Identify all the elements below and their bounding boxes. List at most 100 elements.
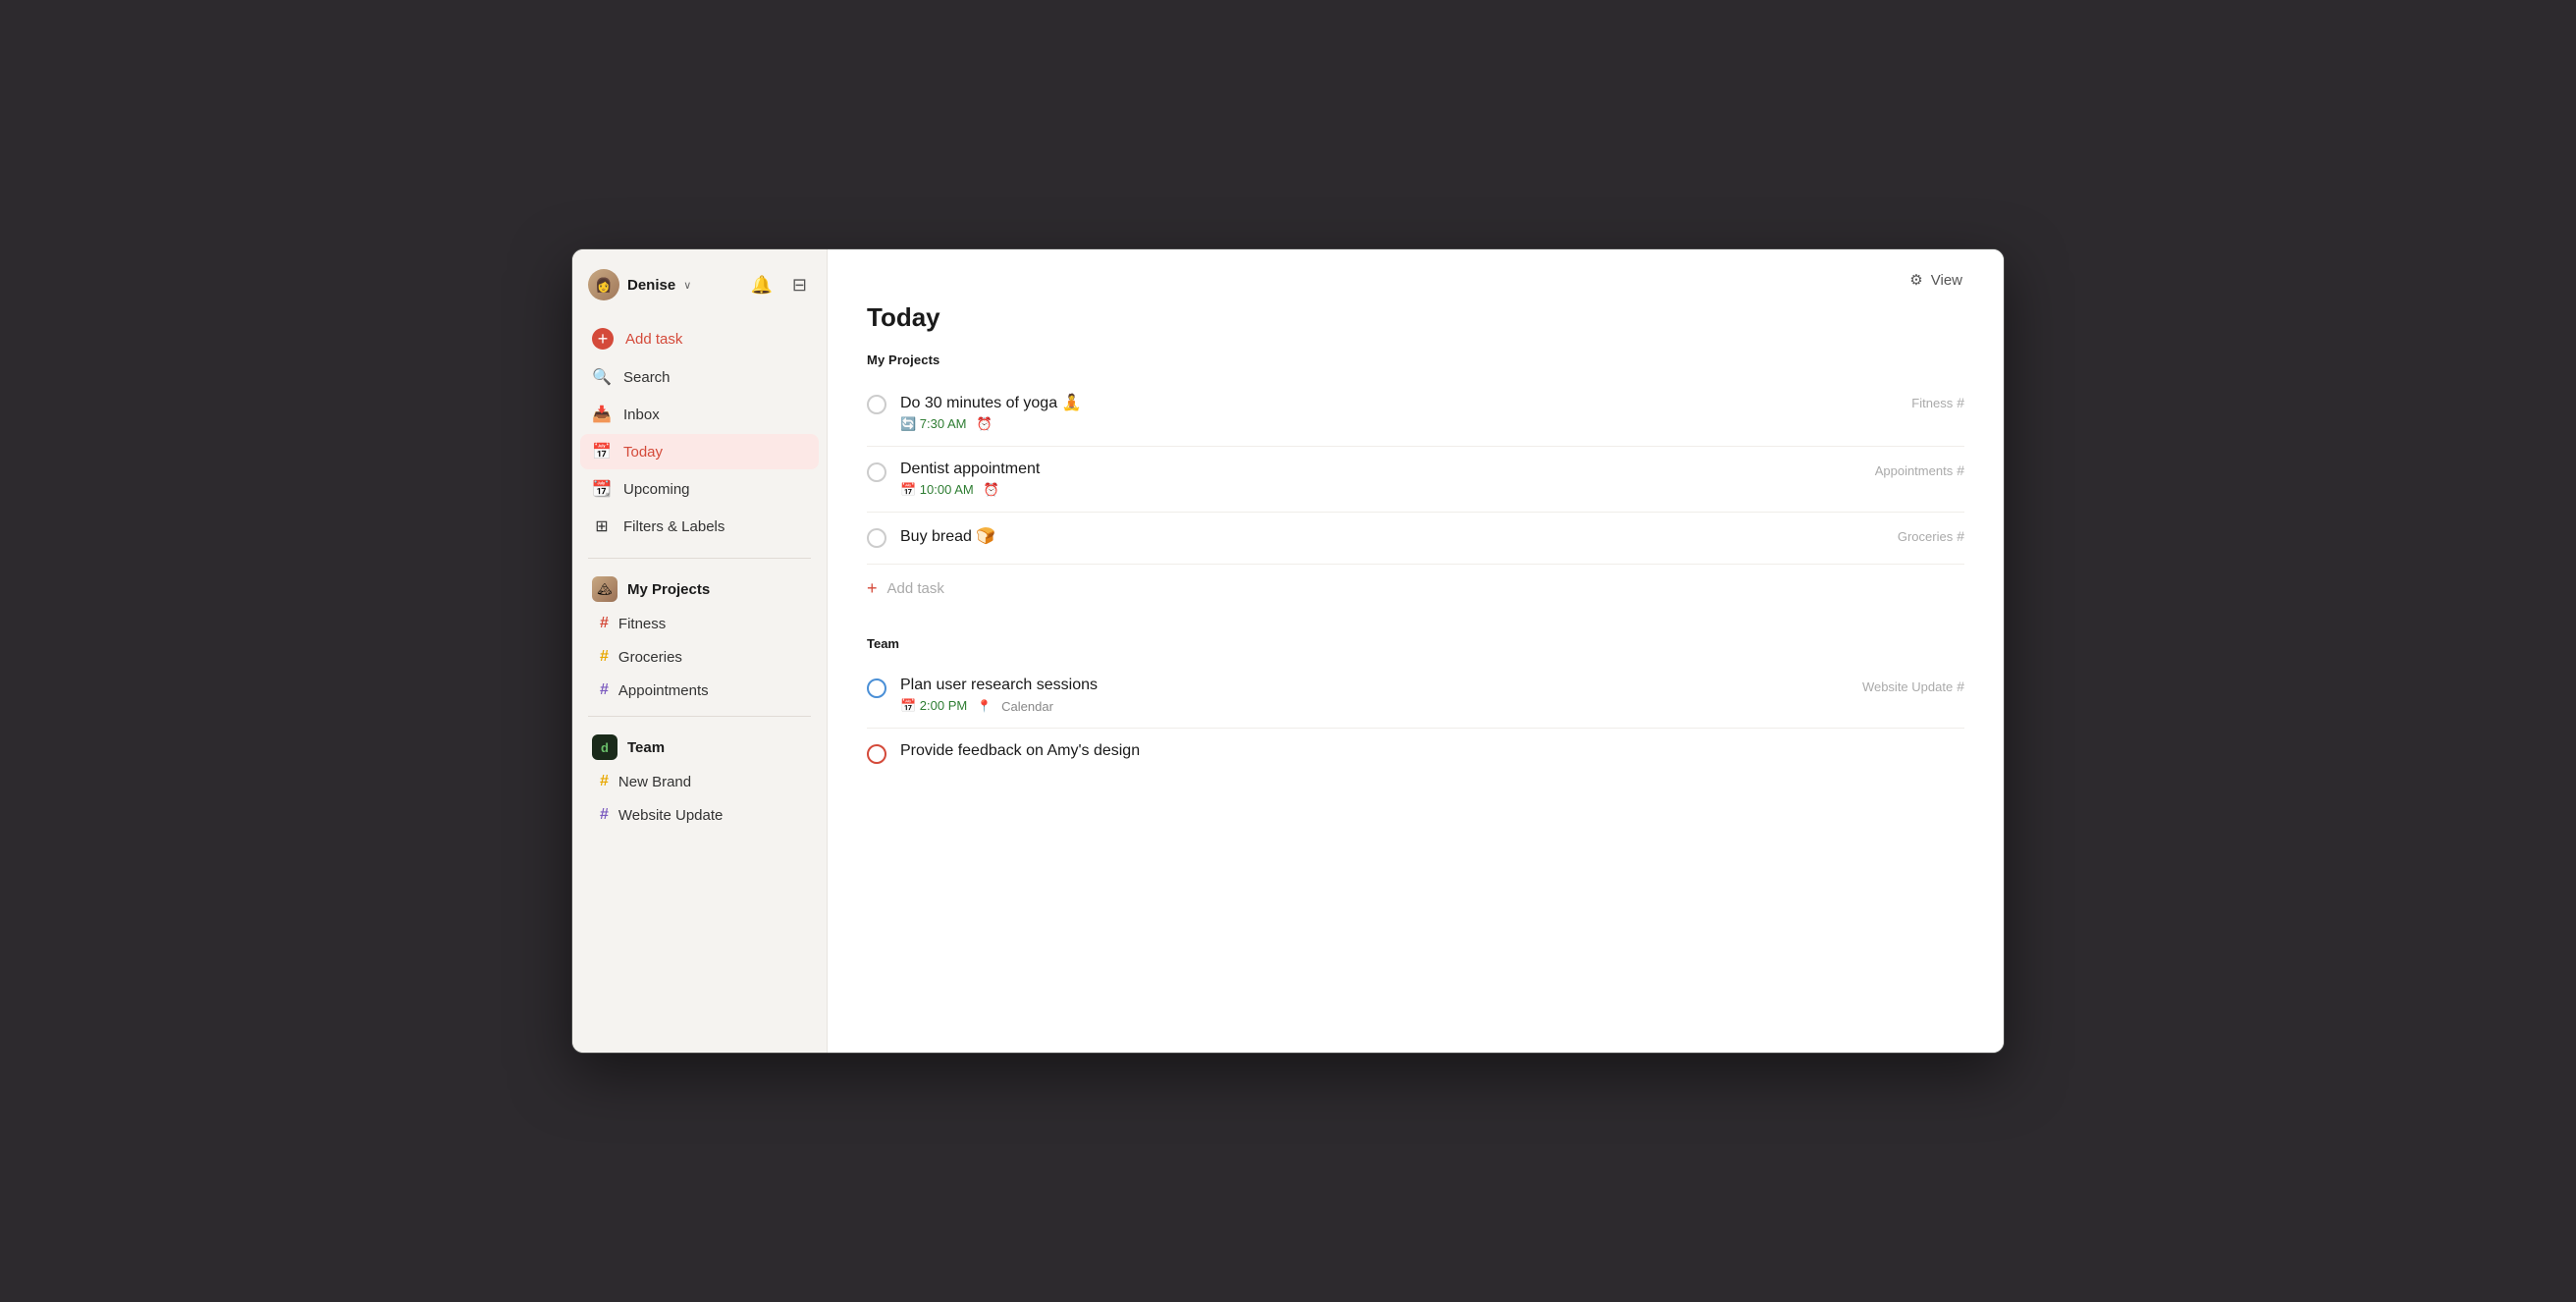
task-extra: Calendar xyxy=(1001,699,1053,714)
sidebar-item-upcoming[interactable]: 📆 Upcoming xyxy=(580,471,819,507)
sidebar-nav: + Add task 🔍 Search 📥 Inbox 📅 Today 📆 Up… xyxy=(572,316,827,550)
sidebar-item-new-brand[interactable]: # New Brand xyxy=(580,766,819,797)
task-body: Dentist appointment 📅 10:00 AM ⏰ xyxy=(900,461,1861,498)
table-row[interactable]: Plan user research sessions 📅 2:00 PM 📍 … xyxy=(867,663,1964,729)
sidebar-item-groceries[interactable]: # Groceries xyxy=(580,641,819,673)
task-meta: 🔄 7:30 AM ⏰ xyxy=(900,416,1898,432)
project-name: Website Update xyxy=(1862,679,1953,694)
add-task-plus-icon: + xyxy=(592,328,614,350)
project-label: Groceries xyxy=(618,649,682,666)
sidebar-item-label: Today xyxy=(623,444,663,461)
avatar: 👩 xyxy=(588,269,619,300)
hash-icon: # xyxy=(600,648,609,666)
location-icon: 📍 xyxy=(977,699,992,713)
team-section: Team Plan user research sessions 📅 2:00 … xyxy=(828,613,2004,778)
project-label: New Brand xyxy=(618,774,691,790)
task-title: Dentist appointment xyxy=(900,461,1861,478)
task-time: 📅 10:00 AM xyxy=(900,482,974,498)
alarm-icon: ⏰ xyxy=(977,416,993,432)
hash-tag-icon: # xyxy=(1957,528,1964,544)
table-row[interactable]: Dentist appointment 📅 10:00 AM ⏰ Appoint… xyxy=(867,447,1964,513)
task-body: Do 30 minutes of yoga 🧘 🔄 7:30 AM ⏰ xyxy=(900,393,1898,432)
user-info[interactable]: 👩 Denise ∨ xyxy=(588,269,691,300)
add-task-row[interactable]: + Add task xyxy=(867,565,1964,613)
inbox-icon: 📥 xyxy=(592,405,612,424)
hash-icon: # xyxy=(600,615,609,632)
add-task-button[interactable]: + Add task xyxy=(580,320,819,357)
page-title: Today xyxy=(828,295,2004,353)
sidebar-item-label: Upcoming xyxy=(623,481,690,498)
hash-icon: # xyxy=(600,681,609,699)
sidebar-item-inbox[interactable]: 📥 Inbox xyxy=(580,397,819,432)
sidebar-item-label: Inbox xyxy=(623,407,660,423)
sidebar-item-appointments[interactable]: # Appointments xyxy=(580,675,819,706)
hash-tag-icon: # xyxy=(1957,678,1964,694)
hash-icon: # xyxy=(600,773,609,790)
task-meta: 📅 2:00 PM 📍 Calendar xyxy=(900,698,1849,714)
project-name: Appointments xyxy=(1875,463,1954,478)
main-header: ⚙ View xyxy=(828,249,2004,295)
view-label: View xyxy=(1931,272,1962,289)
sidebar-item-fitness[interactable]: # Fitness xyxy=(580,608,819,639)
team-tasks-list: Plan user research sessions 📅 2:00 PM 📍 … xyxy=(867,663,1964,778)
task-checkbox[interactable] xyxy=(867,744,886,764)
table-row[interactable]: Do 30 minutes of yoga 🧘 🔄 7:30 AM ⏰ Fitn… xyxy=(867,379,1964,447)
divider xyxy=(588,716,811,717)
task-checkbox[interactable] xyxy=(867,462,886,482)
team-title: Team xyxy=(627,739,665,756)
chevron-down-icon: ∨ xyxy=(683,279,691,292)
upcoming-icon: 📆 xyxy=(592,479,612,499)
project-label: Website Update xyxy=(618,807,723,824)
main-content: ⚙ View Today My Projects Do 30 minutes o… xyxy=(828,249,2004,1053)
tasks-list: Do 30 minutes of yoga 🧘 🔄 7:30 AM ⏰ Fitn… xyxy=(828,379,2004,613)
search-icon: 🔍 xyxy=(592,367,612,387)
task-body: Plan user research sessions 📅 2:00 PM 📍 … xyxy=(900,677,1849,714)
sidebar-header: 👩 Denise ∨ 🔔 ⊟ xyxy=(572,249,827,316)
task-checkbox[interactable] xyxy=(867,528,886,548)
task-checkbox[interactable] xyxy=(867,395,886,414)
layout-button[interactable]: ⊟ xyxy=(788,271,811,299)
project-label: Appointments xyxy=(618,682,709,699)
project-name: Fitness xyxy=(1911,396,1953,410)
sidebar-item-label: Filters & Labels xyxy=(623,518,724,535)
sidebar-item-filters[interactable]: ⊞ Filters & Labels xyxy=(580,509,819,544)
task-title: Plan user research sessions xyxy=(900,677,1849,694)
task-title: Buy bread 🍞 xyxy=(900,526,1884,546)
task-project-tag: Website Update # xyxy=(1862,678,1964,694)
header-icons: 🔔 ⊟ xyxy=(746,271,811,299)
task-project-tag: Appointments # xyxy=(1875,462,1964,478)
sidebar-item-label: Search xyxy=(623,369,671,386)
divider xyxy=(588,558,811,559)
my-projects-header: 🏔 My Projects xyxy=(572,567,827,608)
my-projects-avatar: 🏔 xyxy=(592,576,617,602)
task-project-tag: Groceries # xyxy=(1898,528,1964,544)
hash-tag-icon: # xyxy=(1957,462,1964,478)
project-name: Groceries xyxy=(1898,529,1953,544)
team-header: d Team xyxy=(572,725,827,766)
task-body: Provide feedback on Amy's design xyxy=(900,742,1964,764)
task-body: Buy bread 🍞 xyxy=(900,526,1884,550)
task-checkbox[interactable] xyxy=(867,678,886,698)
sidebar-item-website-update[interactable]: # Website Update xyxy=(580,799,819,831)
task-title: Do 30 minutes of yoga 🧘 xyxy=(900,393,1898,412)
add-task-label: Add task xyxy=(625,331,682,348)
sidebar-item-today[interactable]: 📅 Today xyxy=(580,434,819,469)
task-time: 📅 2:00 PM xyxy=(900,698,967,714)
task-time: 🔄 7:30 AM xyxy=(900,416,967,432)
table-row[interactable]: Provide feedback on Amy's design xyxy=(867,729,1964,778)
user-name: Denise xyxy=(627,277,675,294)
add-task-plus-icon: + xyxy=(867,578,878,599)
today-icon: 📅 xyxy=(592,442,612,461)
notifications-button[interactable]: 🔔 xyxy=(746,271,776,299)
my-projects-section-label: My Projects xyxy=(828,353,2004,379)
sidebar-item-search[interactable]: 🔍 Search xyxy=(580,359,819,395)
view-button[interactable]: ⚙ View xyxy=(1900,265,1972,295)
table-row[interactable]: Buy bread 🍞 Groceries # xyxy=(867,513,1964,565)
task-project-tag: Fitness # xyxy=(1911,395,1964,410)
add-task-inline-label: Add task xyxy=(887,580,944,597)
filters-icon: ⊞ xyxy=(592,516,612,536)
alarm-icon: ⏰ xyxy=(984,482,999,498)
task-meta: 📅 10:00 AM ⏰ xyxy=(900,482,1861,498)
app-window: 👩 Denise ∨ 🔔 ⊟ + Add task 🔍 Search 📥 Inb… xyxy=(571,248,2005,1054)
hash-tag-icon: # xyxy=(1957,395,1964,410)
